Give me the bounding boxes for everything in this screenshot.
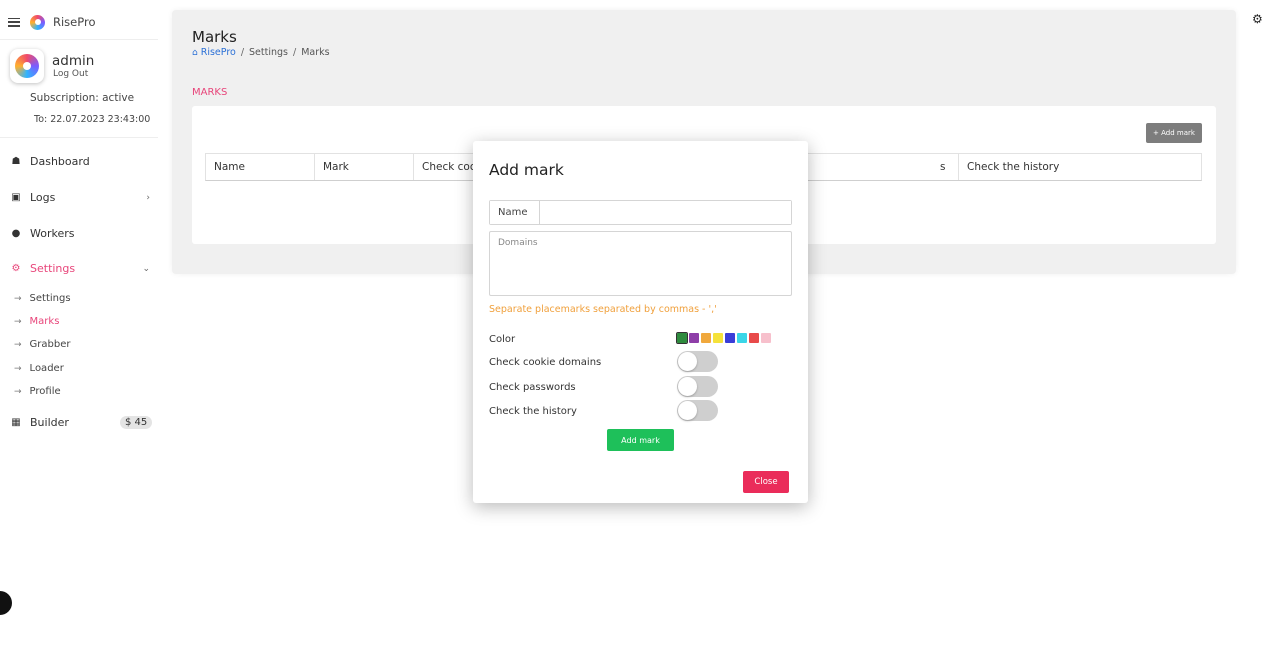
- check-cookie-domains-toggle[interactable]: [677, 351, 718, 372]
- section-label: MARKS: [192, 87, 228, 98]
- sidebar-item-settings[interactable]: ⚙ Settings ⌄: [10, 262, 150, 275]
- sidebar-subitem-label: Loader: [29, 363, 64, 374]
- sidebar-subitem-label: Marks: [29, 316, 60, 327]
- arrow-right-icon: →: [14, 363, 22, 374]
- close-button[interactable]: Close: [743, 471, 789, 493]
- breadcrumb-separator: /: [240, 47, 245, 58]
- sidebar-item-label: Builder: [30, 416, 69, 429]
- sidebar-item-label: Settings: [30, 262, 76, 275]
- color-picker: [676, 332, 771, 344]
- column-header[interactable]: Name: [206, 154, 315, 180]
- home-icon: ☗: [11, 156, 21, 167]
- gear-icon: ⚙: [11, 263, 21, 274]
- breadcrumb: ⌂ RisePro / Settings / Marks: [192, 47, 330, 58]
- check-passwords-toggle[interactable]: [677, 376, 718, 397]
- subscription-expiry: To: 22.07.2023 23:43:00: [34, 114, 151, 125]
- arrow-right-icon: →: [14, 339, 22, 350]
- option-label: Check the history: [489, 406, 577, 417]
- user-name: admin: [52, 53, 95, 69]
- column-header[interactable]: Check the history: [959, 154, 1201, 180]
- menu-icon[interactable]: [8, 17, 20, 27]
- color-label: Color: [489, 334, 516, 345]
- sidebar-item-label: Dashboard: [30, 155, 90, 168]
- sidebar-item-logs[interactable]: ▣ Logs ›: [10, 191, 150, 204]
- brand: RisePro: [8, 12, 96, 32]
- name-input[interactable]: [540, 201, 791, 224]
- breadcrumb-separator: /: [293, 47, 297, 58]
- color-swatch[interactable]: [761, 333, 771, 343]
- name-label: Name: [490, 201, 540, 224]
- home-icon: ⌂: [192, 47, 198, 58]
- column-header[interactable]: Mark: [315, 154, 414, 180]
- color-swatch[interactable]: [701, 333, 711, 343]
- sidebar-item-label: Workers: [30, 227, 75, 240]
- sidebar-subitem-settings[interactable]: → Settings: [14, 293, 71, 304]
- chevron-down-icon: ⌄: [142, 263, 150, 274]
- arrow-right-icon: →: [14, 293, 22, 304]
- sidebar-subitem-grabber[interactable]: → Grabber: [14, 339, 71, 350]
- sidebar-subitem-label: Profile: [29, 386, 61, 397]
- sidebar: RisePro admin Log Out Subscription: acti…: [0, 0, 160, 646]
- subscription-status: Subscription: active: [30, 92, 135, 104]
- color-swatch[interactable]: [676, 332, 688, 344]
- chevron-right-icon: ›: [146, 192, 150, 203]
- builder-price-badge: $ 45: [120, 416, 153, 429]
- breadcrumb-item[interactable]: Settings: [249, 47, 288, 58]
- sidebar-item-dashboard[interactable]: ☗ Dashboard: [10, 155, 150, 168]
- sidebar-subitem-marks[interactable]: → Marks: [14, 316, 59, 327]
- arrow-right-icon: →: [14, 386, 22, 397]
- box-icon: ▦: [11, 417, 21, 428]
- option-label: Check cookie domains: [489, 357, 602, 368]
- sidebar-subitem-profile[interactable]: → Profile: [14, 386, 61, 397]
- sidebar-subitem-label: Settings: [29, 293, 71, 304]
- add-mark-modal: Add mark Name Separate placemarks separa…: [473, 141, 808, 503]
- add-mark-button[interactable]: + Add mark: [1146, 123, 1202, 143]
- breadcrumb-home[interactable]: ⌂ RisePro: [192, 47, 236, 58]
- divider: [0, 39, 158, 40]
- name-field-group: Name: [489, 200, 792, 225]
- breadcrumb-item: RisePro: [200, 47, 236, 58]
- color-swatch[interactable]: [689, 333, 699, 343]
- color-swatch[interactable]: [749, 333, 759, 343]
- users-icon: ●: [11, 228, 21, 239]
- avatar: [10, 49, 44, 83]
- sidebar-item-workers[interactable]: ● Workers: [10, 227, 150, 240]
- check-history-toggle[interactable]: [677, 400, 718, 421]
- domains-hint: Separate placemarks separated by commas …: [489, 304, 717, 315]
- option-label: Check passwords: [489, 382, 576, 393]
- color-swatch[interactable]: [725, 333, 735, 343]
- color-swatch[interactable]: [737, 333, 747, 343]
- breadcrumb-item: Marks: [301, 47, 330, 58]
- sidebar-item-label: Logs: [30, 191, 56, 204]
- domains-textarea[interactable]: [489, 231, 792, 296]
- layers-icon: ▣: [11, 192, 21, 203]
- add-mark-submit-button[interactable]: Add mark: [607, 429, 674, 451]
- page-title: Marks: [192, 28, 237, 46]
- logo-icon: [30, 14, 45, 30]
- gear-icon[interactable]: ⚙: [1252, 12, 1263, 26]
- avatar-logo-icon: [15, 54, 39, 78]
- user-block: admin Log Out: [10, 49, 94, 83]
- brand-name: RisePro: [53, 15, 96, 29]
- modal-title: Add mark: [489, 161, 564, 179]
- sidebar-subitem-label: Grabber: [29, 339, 71, 350]
- arrow-right-icon: →: [14, 316, 22, 327]
- logout-link[interactable]: Log Out: [53, 69, 94, 79]
- sidebar-subitem-loader[interactable]: → Loader: [14, 363, 64, 374]
- divider: [0, 137, 158, 138]
- color-swatch[interactable]: [713, 333, 723, 343]
